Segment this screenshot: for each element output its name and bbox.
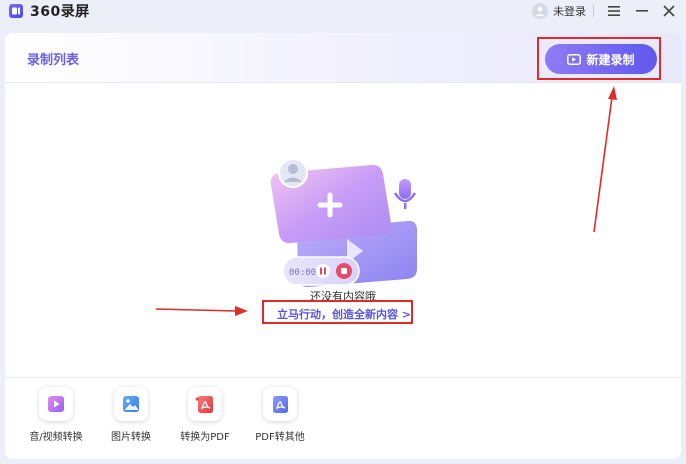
new-recording-label: 新建录制 [586,52,635,67]
start-creating-link[interactable]: 立马行动，创造全新内容 > [275,305,413,322]
empty-state-message: 还没有内容哦 [310,290,376,303]
recorder-bar: 00:00 [282,256,360,286]
pause-icon [316,264,330,278]
tool-pdf-to-other[interactable]: PDF转其他 [245,387,315,447]
record-icon [567,53,582,65]
audio-video-convert-icon [48,396,64,412]
empty-state-illustration: 00:00 [270,158,417,288]
tool-label: 转换为PDF [180,432,230,443]
user-avatar-icon [532,3,548,19]
tool-label: PDF转其他 [255,432,305,443]
avatar-bubble-icon [278,158,308,188]
close-icon [663,5,675,17]
minimize-button[interactable] [632,0,652,22]
image-convert-icon [123,396,139,412]
user-login[interactable]: 未登录 [532,0,586,22]
panel-header: 录制列表 新建录制 [5,33,681,83]
page-title: 录制列表 [27,53,80,68]
menu-button[interactable] [604,0,624,22]
tool-audio-video-convert[interactable]: 音/视频转换 [21,387,91,447]
title-bar: 360录屏 未登录 [0,0,686,22]
tool-image-convert[interactable]: 图片转换 [96,387,166,447]
hamburger-menu-icon [608,6,620,16]
to-pdf-icon [195,396,213,413]
tool-label: 音/视频转换 [29,432,83,443]
tools-divider [5,377,681,378]
app-title: 360录屏 [30,4,90,20]
pdf-to-other-icon [273,396,288,413]
close-button[interactable] [659,0,679,22]
user-status-label: 未登录 [553,5,586,18]
main-panel: 录制列表 新建录制 00:00 还没有内容哦 立马行动，创造全新内容 > 音/视… [5,33,681,459]
tool-label: 图片转换 [111,432,151,443]
titlebar-divider [593,5,594,17]
recorder-timer: 00:00 [289,268,316,278]
tool-to-pdf[interactable]: 转换为PDF [170,387,240,447]
app-logo: 360录屏 [8,0,90,22]
new-recording-button[interactable]: 新建录制 [545,44,657,74]
microphone-icon [393,179,417,209]
app-logo-icon [9,4,23,18]
minimize-icon [636,10,648,12]
